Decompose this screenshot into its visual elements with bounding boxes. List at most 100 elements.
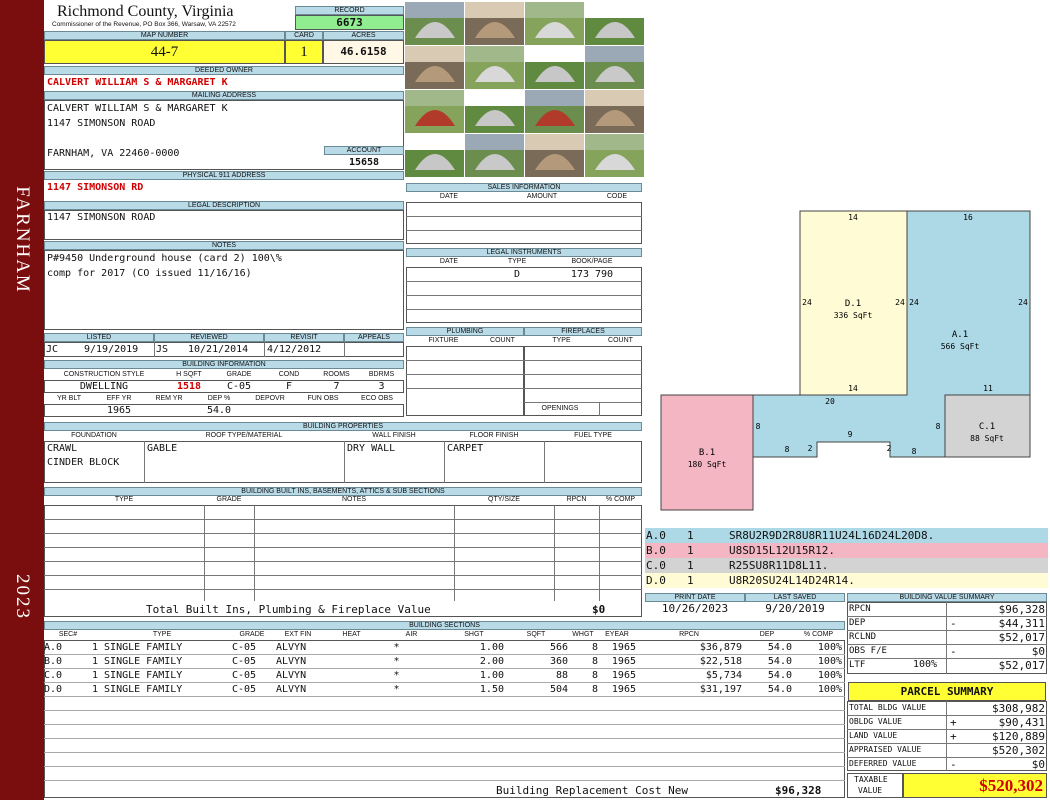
builtins-total: $0 <box>592 603 606 616</box>
sections-header-8: WHGT <box>572 631 594 638</box>
section-cell-comp: 100% <box>817 670 842 681</box>
account-number: 15658 <box>348 157 380 168</box>
builtins-header-qty: QTY/SIZE <box>488 496 520 503</box>
sales-table <box>406 202 642 244</box>
bi-header-dep: DEP % <box>207 395 231 402</box>
sections-header-12: % COMP <box>803 631 834 638</box>
fireplaces-label: FIREPLACES <box>524 327 642 336</box>
property-photo <box>585 2 644 45</box>
bedrooms: 3 <box>378 381 385 392</box>
sections-header-3: EXT FIN <box>284 631 312 638</box>
section-cell-shgt: 2.00 <box>479 656 504 667</box>
replacement-cost-label: Building Replacement Cost New <box>496 784 689 797</box>
notes-line1: P#9450 Underground house (card 2) 100\% <box>47 253 282 264</box>
section-cell-comp: 100% <box>817 642 842 653</box>
props-header-wall: WALL FINISH <box>372 432 416 439</box>
vs-ltf: $52,017 <box>998 659 1045 672</box>
builtins-header-notes: NOTES <box>341 496 367 503</box>
instrument-type: D <box>513 269 521 280</box>
physical-address: 1147 SIMONSON RD <box>47 182 144 193</box>
bi-header-style: CONSTRUCTION STYLE <box>63 371 145 378</box>
vs-dep: $44,311 <box>998 617 1045 630</box>
listed-label: LISTED <box>44 333 154 342</box>
ps-land-label: LAND VALUE <box>849 731 898 740</box>
building-sketch: D.1 336 SqFt A.1 566 SqFt B.1 180 SqFt C… <box>660 210 1031 511</box>
sketch-dimension: 8 <box>912 447 917 456</box>
builtins-total-label: Total Built Ins, Plumbing & Fireplace Va… <box>146 603 431 616</box>
section-cell-eyear: 1965 <box>611 642 636 653</box>
section-cell-shgt: 1.00 <box>479 642 504 653</box>
fireplace-header-count: COUNT <box>608 337 633 344</box>
bi-header-bdrms: BDRMS <box>368 371 395 378</box>
plumbing-header-fixture: FIXTURE <box>428 337 459 344</box>
sketch-a-label: A.1 <box>952 330 968 340</box>
openings-label: OPENINGS <box>541 405 579 412</box>
side-year: 2023 <box>12 574 33 620</box>
property-photo <box>405 46 464 89</box>
last-saved-label: LAST SAVED <box>745 593 845 602</box>
last-saved-date: 9/20/2019 <box>765 602 825 615</box>
account-label: ACCOUNT <box>324 146 404 155</box>
sketch-dimension: 14 <box>848 384 858 393</box>
notes-label: NOTES <box>44 241 404 250</box>
vs-rpcn: $96,328 <box>998 603 1045 616</box>
legend-row-b: B.0 1 U8SD15L12U15R12. <box>645 543 1048 558</box>
bi-header-effyr: EFF YR <box>106 395 132 402</box>
ps-deferred-label: DEFERRED VALUE <box>849 759 917 768</box>
photo-grid <box>405 2 645 180</box>
section-cell-dep: 54.0 <box>767 642 792 653</box>
replacement-cost: $96,328 <box>775 784 822 797</box>
sections-header-5: AIR <box>405 631 418 638</box>
vs-rpcn-label: RPCN <box>849 604 871 614</box>
mailing-line1: CALVERT WILLIAM S & MARGARET K <box>47 103 228 114</box>
sketch-c-label: C.1 <box>979 422 995 432</box>
appeals-label: APPEALS <box>344 333 404 342</box>
section-cell-ext: ALVYN <box>276 670 307 681</box>
property-photo <box>465 46 524 89</box>
property-photo <box>525 2 584 45</box>
builtins-header-comp: % COMP <box>605 496 636 503</box>
grade: C-05 <box>226 381 252 392</box>
reviewed-label: REVIEWED <box>154 333 264 342</box>
section-cell-type: 1 SINGLE FAMILY <box>92 684 183 695</box>
sketch-d-label: D.1 <box>845 299 861 309</box>
property-photos <box>405 2 644 177</box>
taxable-label-2: VALUE <box>858 786 883 795</box>
section-cell-whgt: 8 <box>591 642 598 653</box>
physical-address-label: PHYSICAL 911 ADDRESS <box>44 171 404 180</box>
floor-finish: CARPET <box>447 443 484 454</box>
property-photo <box>525 46 584 89</box>
sketch-dimension: 14 <box>848 213 858 222</box>
legend-row-d: D.0 1 U8R20SU24L14D24R14. <box>645 573 1048 588</box>
section-cell-whgt: 8 <box>591 670 598 681</box>
sections-header-6: SHGT <box>464 631 484 638</box>
section-cell-type: 1 SINGLE FAMILY <box>92 642 183 653</box>
county-title: Richmond County, Virginia <box>57 3 234 20</box>
taxable-value: $520,302 <box>903 773 1047 798</box>
instrument-bookpage: 173 790 <box>570 269 614 280</box>
sketch-dimension: 2 <box>808 444 813 453</box>
sketch-b-label: B.1 <box>699 448 715 458</box>
property-photo <box>585 90 644 133</box>
builtins-header-grade: GRADE <box>216 496 242 503</box>
wall-finish: DRY WALL <box>347 443 396 454</box>
section-cell-grade: C-05 <box>232 656 257 667</box>
section-cell-air: * <box>393 684 400 695</box>
sketch-dimension: 8 <box>756 422 761 431</box>
bi-header-yrblt: YR BLT <box>57 395 81 402</box>
roof-type: GABLE <box>147 443 178 454</box>
sections-header-7: SQFT <box>526 631 546 638</box>
bi-header-cond: COND <box>278 371 300 378</box>
section-cell-sec: D.0 <box>44 684 63 695</box>
section-cell-air: * <box>393 642 400 653</box>
property-photo <box>465 2 524 45</box>
section-cell-grade: C-05 <box>232 684 257 695</box>
li-header-type: TYPE <box>507 258 527 265</box>
sketch-dimension: 24 <box>909 298 919 307</box>
section-cell-sec: B.0 <box>44 656 63 667</box>
property-photo <box>465 134 524 177</box>
depreciation-pct: 54.0 <box>206 405 232 416</box>
sketch-dimension: 20 <box>825 397 835 406</box>
value-summary-label: BUILDING VALUE SUMMARY <box>847 593 1047 602</box>
section-cell-eyear: 1965 <box>611 684 636 695</box>
